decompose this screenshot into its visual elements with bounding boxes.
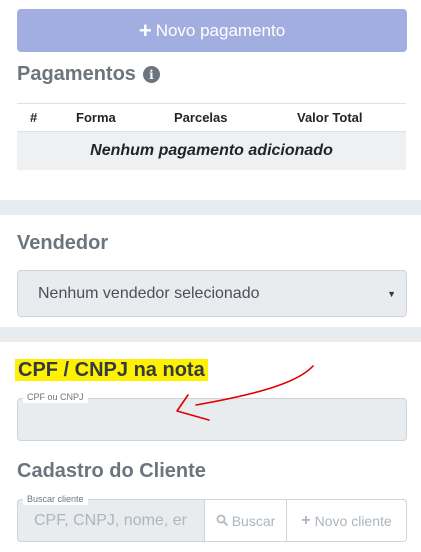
arrow-head [176,394,210,421]
new-client-label: Novo cliente [314,512,392,529]
plus-icon: + [301,511,311,529]
client-search-label: Buscar cliente [23,494,88,505]
search-icon [216,513,228,529]
search-button-label: Buscar [231,512,276,529]
arrow-shaft [195,365,314,406]
new-client-button[interactable]: + Novo cliente [287,499,407,542]
search-button[interactable]: Buscar [204,499,287,542]
client-search-input[interactable]: CPF, CNPJ, nome, er [17,499,204,542]
client-title: Cadastro do Cliente [17,460,206,482]
client-search-group: CPF, CNPJ, nome, er Buscar + Novo client… [17,499,407,542]
